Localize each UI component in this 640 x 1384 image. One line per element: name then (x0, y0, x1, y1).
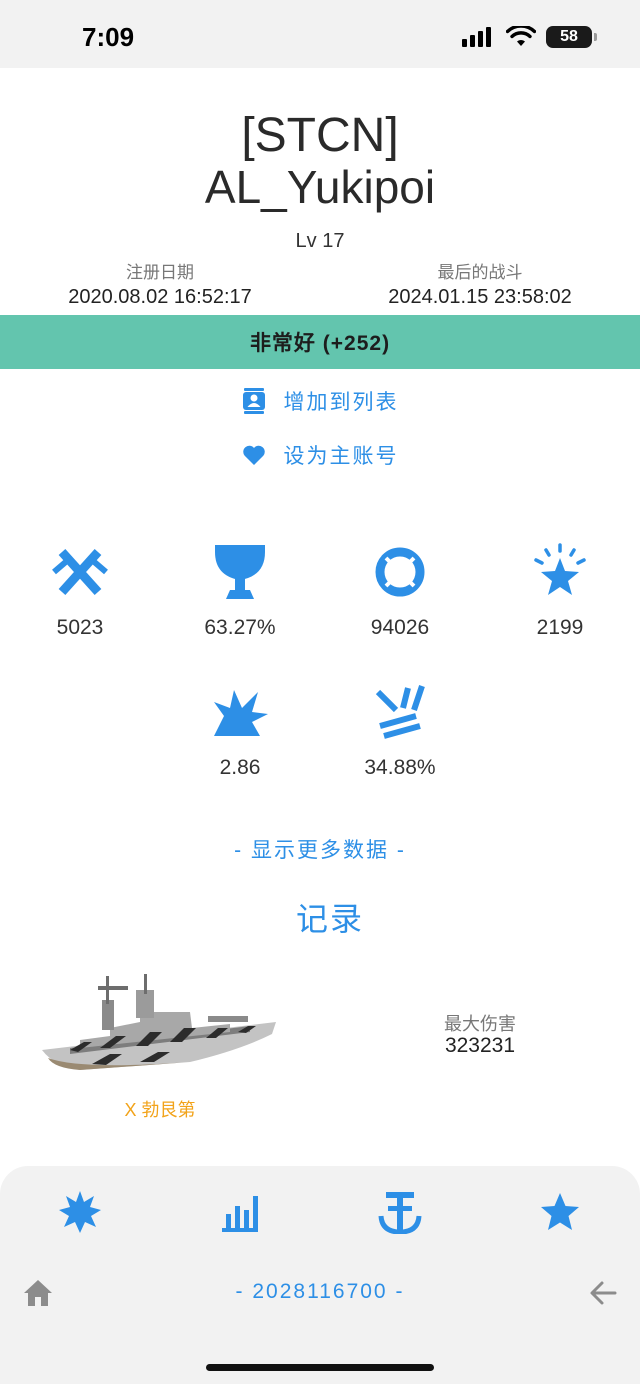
register-date-label: 注册日期 (126, 263, 194, 282)
home-indicator[interactable] (206, 1364, 434, 1371)
stat-winrate: 63.27% (160, 542, 320, 640)
stat-kd-value: 2.86 (219, 756, 261, 779)
stat-battles: 5023 (0, 542, 160, 640)
lifebuoy-icon (375, 547, 425, 597)
tab-overview[interactable] (0, 1190, 160, 1234)
max-damage-label: 最大伤害 (444, 1014, 516, 1034)
stat-winrate-value: 63.27% (204, 616, 276, 639)
stat-hit-ratio-value: 34.88% (364, 756, 436, 779)
star-icon (541, 1193, 579, 1230)
bar-chart-icon (222, 1196, 258, 1232)
stat-avg-xp-value: 2199 (536, 616, 584, 639)
add-to-list-button[interactable]: 增加到列表 (0, 386, 640, 416)
tab-favorites[interactable] (480, 1190, 640, 1234)
stat-kd: 2.86 (160, 682, 320, 780)
stat-avg-damage: 94026 (320, 542, 480, 640)
contact-card-icon (242, 388, 265, 414)
set-main-account-button[interactable]: 设为主账号 (0, 440, 640, 470)
records-title: 记录 (295, 901, 364, 937)
clan-tag: [STCN] (241, 109, 399, 162)
anchor-icon (378, 1192, 422, 1234)
back-arrow-icon (590, 1281, 617, 1305)
show-more-button[interactable]: - 显示更多数据 - (0, 834, 640, 864)
add-to-list-label: 增加到列表 (283, 391, 399, 414)
tab-ships[interactable] (320, 1190, 480, 1234)
tab-charts[interactable] (160, 1190, 320, 1234)
ship-name: X 勃艮第 (124, 1100, 196, 1120)
status-icons: 58 (462, 24, 597, 50)
register-date-block: 注册日期 2020.08.02 16:52:17 (0, 262, 320, 310)
explosion-icon (214, 690, 268, 736)
sparkle-star-icon (534, 543, 586, 595)
stat-avg-xp: 2199 (480, 542, 640, 640)
stat-hit-ratio: 34.88% (320, 682, 480, 780)
heart-icon (242, 445, 265, 465)
player-name: AL_Yukipoi (204, 161, 436, 213)
last-battle-label: 最后的战斗 (437, 263, 523, 282)
back-button[interactable] (588, 1278, 618, 1313)
rating-bar: 非常好 (+252) (0, 315, 640, 369)
burst-icon (59, 1191, 101, 1233)
player-level: Lv 17 (295, 230, 345, 252)
max-damage-value: 323231 (444, 1034, 516, 1057)
status-bar: 7:09 58 (0, 0, 640, 68)
last-battle-value: 2024.01.15 23:58:02 (388, 286, 572, 308)
signal-icon (462, 27, 491, 47)
register-date-value: 2020.08.02 16:52:17 (68, 286, 252, 308)
battery-indicator: 58 (546, 26, 597, 48)
set-main-account-label: 设为主账号 (283, 445, 399, 468)
last-battle-block: 最后的战斗 2024.01.15 23:58:02 (320, 262, 640, 310)
status-time: 7:09 (82, 22, 135, 52)
ship-image (42, 974, 276, 1070)
shell-hit-icon (375, 685, 425, 739)
stat-battles-value: 5023 (56, 616, 104, 639)
account-id: - 2028116700 - (235, 1280, 405, 1303)
stat-avg-damage-value: 94026 (370, 616, 430, 639)
trophy-icon (215, 545, 265, 599)
crossed-swords-icon (52, 548, 108, 596)
wifi-icon (506, 26, 536, 46)
